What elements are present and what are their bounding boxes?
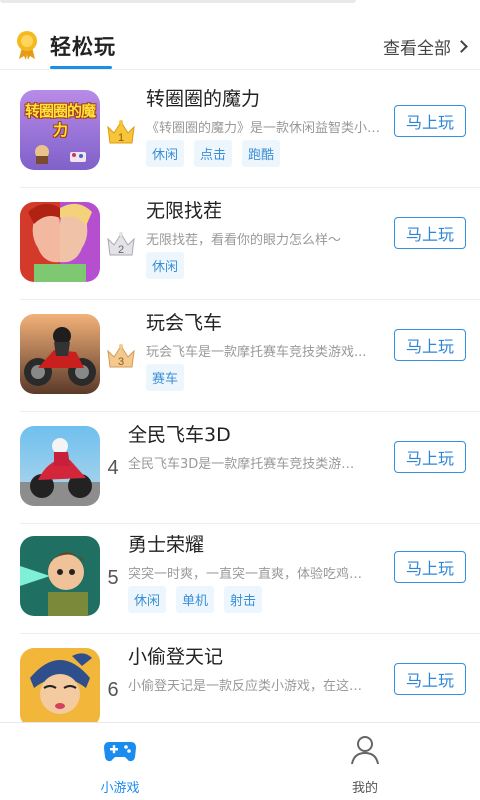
game-name: 全民飞车3D — [128, 424, 231, 446]
rank-number: 5 — [107, 567, 119, 589]
game-tags: 赛车 — [146, 364, 185, 391]
game-description: 玩会飞车是一款摩托赛车竞技类游戏... — [146, 345, 367, 360]
game-description: 突突一时爽，一直突一直爽，体验吃鸡快感... — [128, 567, 364, 582]
game-icon-zhuanquanquan: 转圈圈的魔力 — [20, 90, 100, 170]
game-tag[interactable]: 跑酷 — [242, 140, 281, 167]
rank-badge-gold: 1 — [104, 118, 138, 146]
rank-number-plain: 4 — [100, 454, 126, 482]
rank-number-plain: 6 — [100, 676, 126, 704]
tab-mini-games[interactable]: 小游戏 — [60, 733, 180, 796]
game-icon-quanminfeiche3d — [20, 426, 100, 506]
game-icon-text: 转圈圈的魔力 — [24, 102, 96, 139]
rank-number: 1 — [118, 132, 124, 144]
game-list-item[interactable]: 5 勇士荣耀 突突一时爽，一直突一直爽，体验吃鸡快感... 休闲 单机 射击 马… — [0, 522, 480, 634]
game-name: 小偷登天记 — [128, 646, 224, 668]
game-tag[interactable]: 单机 — [176, 586, 215, 613]
game-list-item[interactable]: 4 全民飞车3D 全民飞车3D是一款摩托赛车竞技类游戏... 马上玩 — [0, 412, 480, 524]
game-icon-xiaotoudengtianji — [20, 648, 100, 728]
game-description: 小偷登天记是一款反应类小游戏，在这里... — [128, 679, 364, 694]
game-tags: 休闲 单机 射击 — [128, 586, 263, 613]
rank-number: 2 — [118, 244, 124, 256]
game-description: 全民飞车3D是一款摩托赛车竞技类游戏... — [128, 457, 364, 472]
crown-silver-icon: 2 — [107, 232, 135, 256]
play-now-button[interactable]: 马上玩 — [394, 217, 466, 249]
game-list-item[interactable]: 2 无限找茬 无限找茬，看看你的眼力怎么样～ 休闲 马上玩 — [0, 188, 480, 300]
view-all-label: 查看全部 — [383, 39, 451, 59]
game-name: 无限找茬 — [146, 200, 223, 222]
play-now-button[interactable]: 马上玩 — [394, 105, 466, 137]
tab-mini-games-label: 小游戏 — [100, 781, 140, 796]
game-tag[interactable]: 休闲 — [146, 252, 185, 279]
medal-icon — [17, 31, 37, 60]
play-now-button[interactable]: 马上玩 — [394, 551, 466, 583]
game-list-item[interactable]: 3 玩会飞车 玩会飞车是一款摩托赛车竞技类游戏... 赛车 马上玩 — [0, 300, 480, 412]
tab-mine-label: 我的 — [351, 781, 378, 796]
top-scroll-indicator — [0, 0, 356, 3]
chevron-right-icon — [455, 40, 468, 53]
game-tag[interactable]: 射击 — [224, 586, 263, 613]
tab-mine[interactable]: 我的 — [305, 733, 425, 796]
header-divider — [0, 69, 480, 70]
game-icon-yongshirongyao — [20, 536, 100, 616]
rank-badge-silver: 2 — [104, 230, 138, 258]
rank-badge-bronze: 3 — [104, 342, 138, 370]
play-now-button[interactable]: 马上玩 — [394, 329, 466, 361]
crown-bronze-icon: 3 — [107, 344, 135, 368]
view-all-link[interactable]: 查看全部 — [383, 34, 468, 59]
game-name: 勇士荣耀 — [128, 534, 205, 556]
game-description: 《转圈圈的魔力》是一款休闲益智类小游戏... — [146, 121, 382, 136]
game-tag[interactable]: 休闲 — [146, 140, 185, 167]
bottom-tab-bar: 小游戏 我的 — [0, 722, 480, 800]
game-description: 无限找茬，看看你的眼力怎么样～ — [146, 233, 342, 248]
play-now-button[interactable]: 马上玩 — [394, 663, 466, 695]
game-tags: 休闲 点击 跑酷 — [146, 140, 281, 167]
section-title: 轻松玩 — [50, 35, 116, 59]
rank-number: 3 — [118, 356, 124, 368]
rank-number-plain: 5 — [100, 564, 126, 592]
rank-number: 6 — [107, 679, 119, 701]
game-tag[interactable]: 点击 — [194, 140, 233, 167]
game-icon-wanhuifeiche — [20, 314, 100, 394]
game-tags: 休闲 — [146, 252, 185, 279]
gamepad-icon — [104, 742, 136, 762]
rank-number: 4 — [107, 457, 119, 479]
crown-gold-icon: 1 — [107, 120, 135, 144]
game-icon-wuxianzhaocha — [20, 202, 100, 282]
game-name: 玩会飞车 — [146, 312, 223, 334]
section-header: 轻松玩 查看全部 — [0, 22, 480, 70]
game-tag[interactable]: 赛车 — [146, 364, 185, 391]
game-list-item[interactable]: 转圈圈的魔力 1 转圈圈的魔力 《转圈圈的魔力》是一款休闲益智类小游戏... 休… — [0, 76, 480, 188]
game-name: 转圈圈的魔力 — [146, 88, 261, 110]
user-icon — [351, 736, 379, 765]
game-tag[interactable]: 休闲 — [128, 586, 167, 613]
play-now-button[interactable]: 马上玩 — [394, 441, 466, 473]
